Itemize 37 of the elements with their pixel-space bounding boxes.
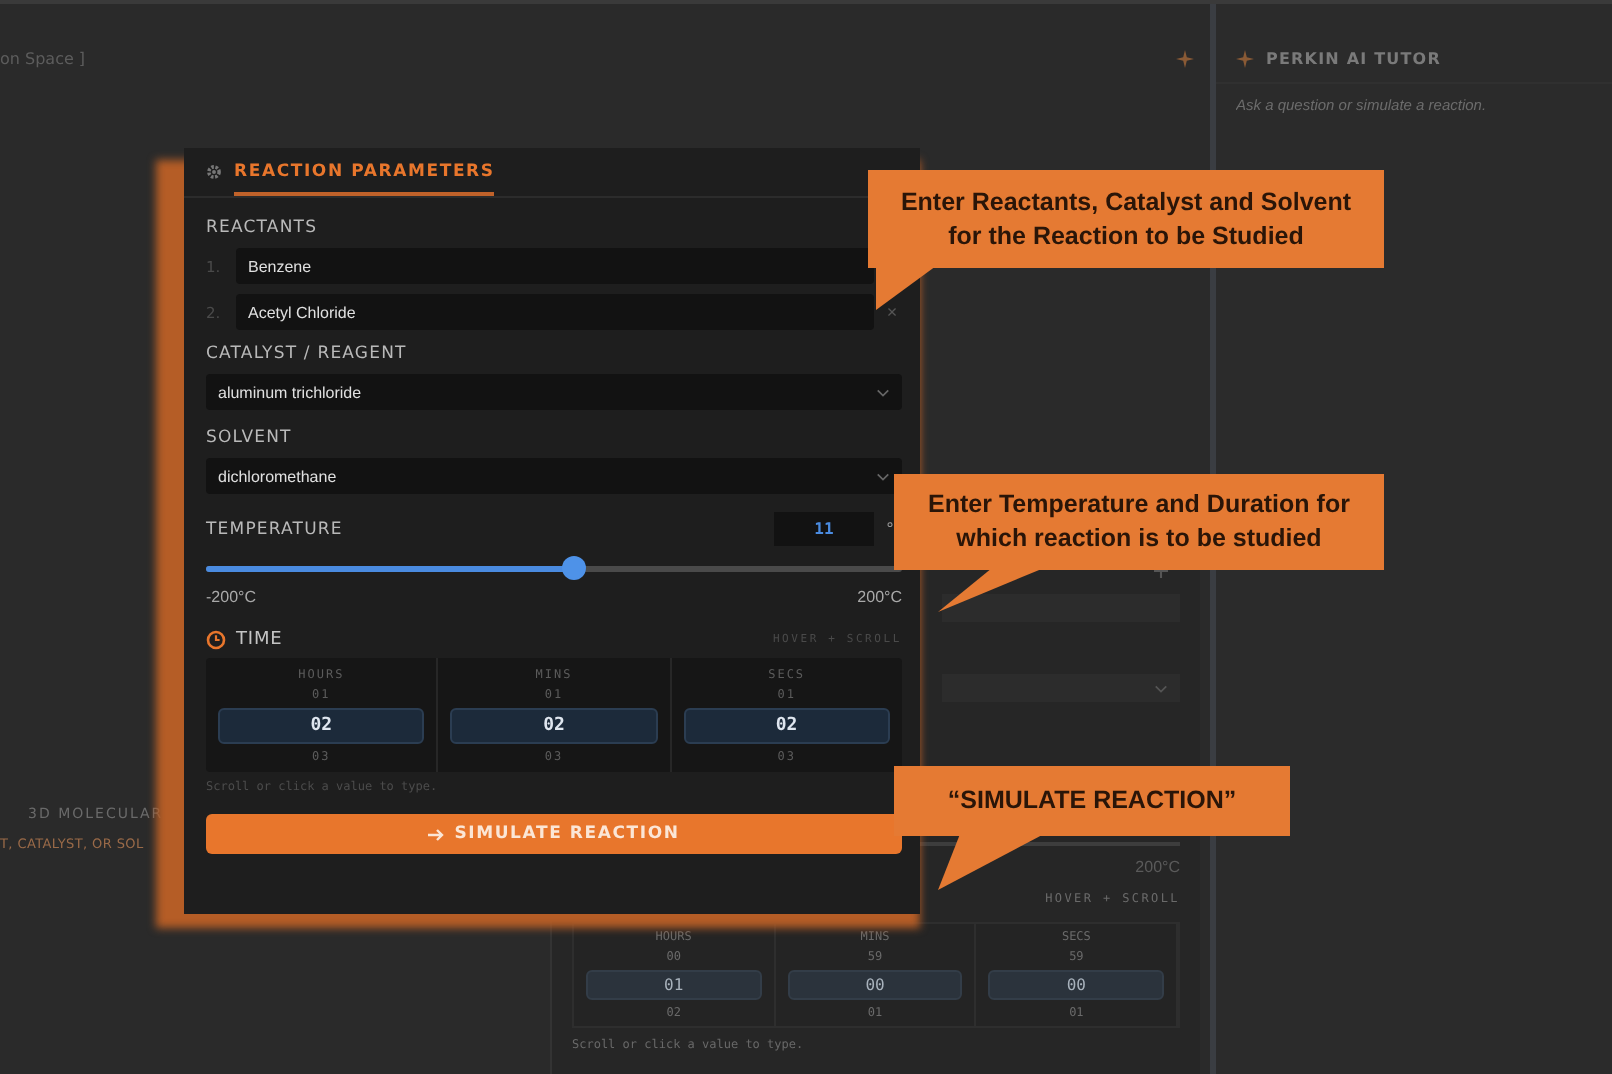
catalyst-label: CATALYST / REAGENT [206,344,409,364]
select-field[interactable] [942,674,1180,702]
remove-button[interactable]: × [882,302,902,322]
time-value[interactable]: 02 [683,708,890,744]
time-value[interactable]: 02 [450,708,658,744]
clock-icon [206,630,226,650]
gear-icon [206,164,222,180]
slider-thumb[interactable] [562,556,587,580]
sparkle-icon [1236,50,1254,68]
solvent-label: SOLVENT [206,428,294,448]
reactants-label: REACTANTS [206,218,320,238]
time-value[interactable]: 00 [988,970,1165,1000]
chevron-down-icon [1154,683,1168,693]
callout-pointer [938,834,1044,890]
panel-title[interactable]: REACTION PARAMETERS [234,150,495,196]
callout-pointer [938,568,1044,612]
time-value[interactable]: 01 [586,970,762,1000]
input-field[interactable] [942,594,1180,622]
catalyst-select[interactable]: aluminum trichloride [206,374,902,410]
sparkle-icon [1176,50,1194,68]
time-value[interactable]: 02 [218,708,425,744]
temperature-label: TEMPERATURE [206,519,345,539]
time-label: TIME [236,630,285,650]
solvent-select[interactable]: dichloromethane [206,458,902,494]
time-value[interactable]: 00 [787,970,963,1000]
callout-pointer [876,266,936,310]
reactant-field[interactable]: Acetyl Chloride [236,294,874,330]
max-temperature-label: 200°C [857,588,902,606]
temperature-unit: ° [886,520,896,538]
reactant-field[interactable]: Benzene [236,248,874,284]
simulate-reaction-button[interactable]: SIMULATE REACTION [206,814,902,854]
chevron-down-icon [876,387,890,397]
min-temperature-label: -200°C [206,588,256,606]
temperature-field[interactable]: 11 [774,512,874,546]
arrow-right-icon [428,827,445,841]
chevron-down-icon [876,471,890,481]
tutor-title: PERKIN AI TUTOR [1266,50,1441,68]
